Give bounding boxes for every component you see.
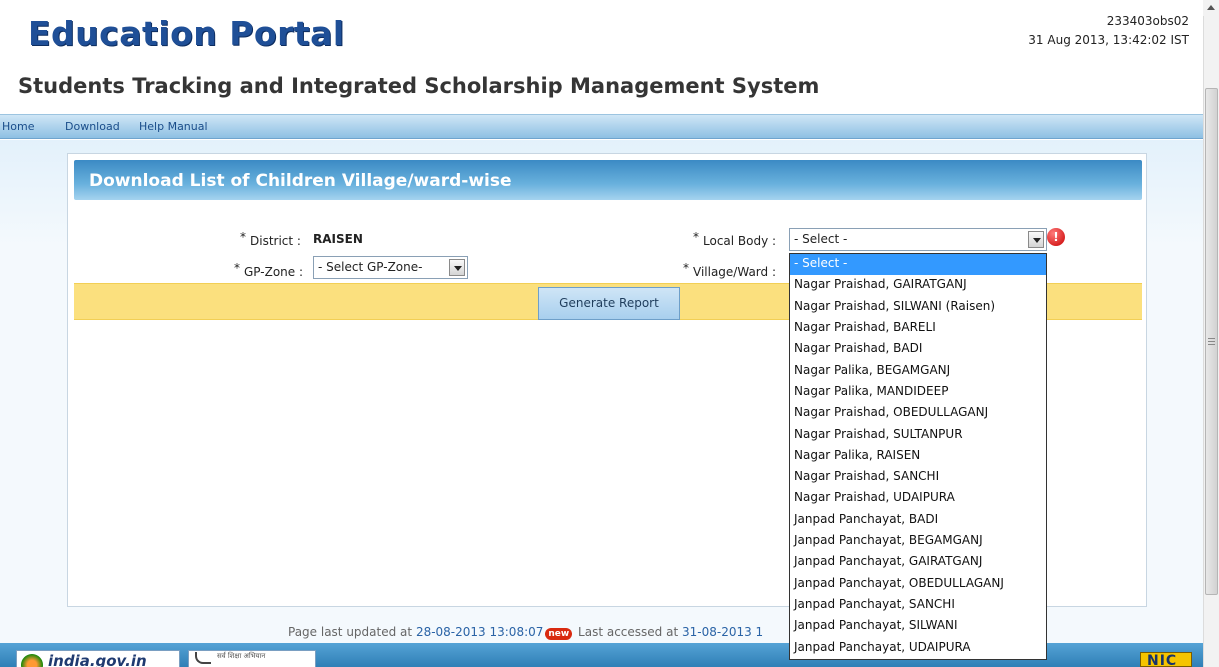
nav-download[interactable]: Download <box>65 120 120 133</box>
local-body-option[interactable]: Nagar Praishad, OBEDULLAGANJ <box>790 403 1046 424</box>
village-ward-label: Village/Ward : <box>693 265 776 279</box>
local-body-option[interactable]: Nagar Palika, BEGAMGANJ <box>790 361 1046 382</box>
local-body-option[interactable]: Janpad Panchayat, BEGAMGANJ <box>790 531 1046 552</box>
sarva-shiksha-logo-text: सर्व शिक्षा अभियान <box>217 652 266 660</box>
local-body-select[interactable]: - Select - <box>789 228 1047 251</box>
error-icon: ! <box>1047 228 1065 246</box>
local-body-option[interactable]: Nagar Praishad, SANCHI <box>790 467 1046 488</box>
local-body-option[interactable]: Janpad Panchayat, SILWANI <box>790 616 1046 637</box>
local-body-option[interactable]: Nagar Praishad, SILWANI (Raisen) <box>790 297 1046 318</box>
chevron-down-icon[interactable] <box>449 259 465 276</box>
local-body-option[interactable]: Janpad Panchayat, SANCHI <box>790 595 1046 616</box>
gp-zone-label: GP-Zone : <box>244 265 304 279</box>
district-value: RAISEN <box>313 232 363 246</box>
gp-zone-select[interactable]: - Select GP-Zone- <box>313 256 468 279</box>
updated-prefix: Page last updated at <box>288 625 413 639</box>
nav-home[interactable]: Home <box>2 120 34 133</box>
local-body-option[interactable]: Janpad Panchayat, OBEDULLAGANJ <box>790 574 1046 595</box>
local-body-option[interactable]: Janpad Panchayat, BADI <box>790 510 1046 531</box>
local-body-option[interactable]: Nagar Palika, RAISEN <box>790 446 1046 467</box>
current-datetime: 31 Aug 2013, 13:42:02 IST <box>1028 33 1189 47</box>
local-body-option[interactable]: Janpad Panchayat, GAIRATGANJ <box>790 552 1046 573</box>
portal-logo: Education Portal <box>28 14 345 53</box>
scrollbar-grip-icon <box>1208 338 1215 345</box>
india-gov-emblem-icon <box>21 654 43 667</box>
india-gov-logo[interactable]: india.gov.in <box>16 650 180 667</box>
local-body-option[interactable]: Nagar Praishad, SULTANPUR <box>790 425 1046 446</box>
accessed-at: 31-08-2013 1 <box>682 625 764 639</box>
local-body-option[interactable]: Nagar Praishad, BADI <box>790 339 1046 360</box>
local-body-option[interactable]: Janpad Panchayat, UDAIPURA <box>790 638 1046 659</box>
nic-logo-text: NIC <box>1147 653 1178 667</box>
local-body-selected-value: - Select - <box>794 232 848 246</box>
sarva-shiksha-logo[interactable]: सर्व शिक्षा अभियान <box>188 650 316 667</box>
local-body-option[interactable]: Nagar Praishad, GAIRATGANJ <box>790 275 1046 296</box>
local-body-option[interactable]: - Select - <box>790 254 1046 276</box>
user-id: 233403obs02 <box>1106 14 1189 28</box>
system-title: Students Tracking and Integrated Scholar… <box>18 74 820 98</box>
nic-logo[interactable]: NIC <box>1140 652 1192 667</box>
district-label: District : <box>250 234 301 248</box>
scroll-up-arrow-icon[interactable] <box>1203 0 1219 16</box>
local-body-option[interactable]: Nagar Praishad, UDAIPURA <box>790 488 1046 509</box>
sarva-shiksha-emblem-icon <box>195 652 211 664</box>
gp-zone-selected-value: - Select GP-Zone- <box>318 260 423 274</box>
local-body-required-marker: * <box>693 230 699 244</box>
local-body-option[interactable]: Nagar Praishad, BARELI <box>790 318 1046 339</box>
new-badge: new <box>545 628 573 640</box>
local-body-label: Local Body : <box>703 234 777 248</box>
nav-help-manual[interactable]: Help Manual <box>139 120 208 133</box>
gp-zone-required-marker: * <box>234 261 240 275</box>
accessed-prefix: Last accessed at <box>578 625 679 639</box>
village-ward-required-marker: * <box>683 261 689 275</box>
local-body-option[interactable]: Nagar Palika, MANDIDEEP <box>790 382 1046 403</box>
page: Education Portal 233403obs02 31 Aug 2013… <box>0 0 1219 667</box>
chevron-down-icon[interactable] <box>1028 231 1044 248</box>
district-required-marker: * <box>240 230 246 244</box>
local-body-dropdown-list[interactable]: - Select - Nagar Praishad, GAIRATGANJ Naga… <box>789 253 1047 660</box>
generate-report-button[interactable]: Generate Report <box>538 287 680 320</box>
main-navbar: Home Download Help Manual <box>0 114 1203 139</box>
india-gov-logo-text: india.gov.in <box>48 652 147 667</box>
panel-title: Download List of Children Village/ward-w… <box>89 171 512 191</box>
footer-update-info: Page last updated at 28-08-2013 13:08:07… <box>288 625 763 640</box>
updated-at: 28-08-2013 13:08:07 <box>415 625 544 639</box>
